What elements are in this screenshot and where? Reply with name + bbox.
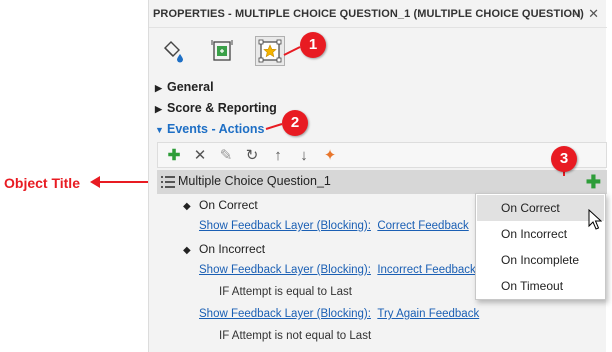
callout-badge-3: 3	[551, 146, 577, 172]
callout-badge-2: 2	[282, 110, 308, 136]
screenshot-stage: { "panel": { "title": "PROPERTIES - MULT…	[0, 0, 612, 352]
callout-badge-1: 1	[300, 32, 326, 58]
object-title-callout: Object Title	[4, 175, 80, 191]
